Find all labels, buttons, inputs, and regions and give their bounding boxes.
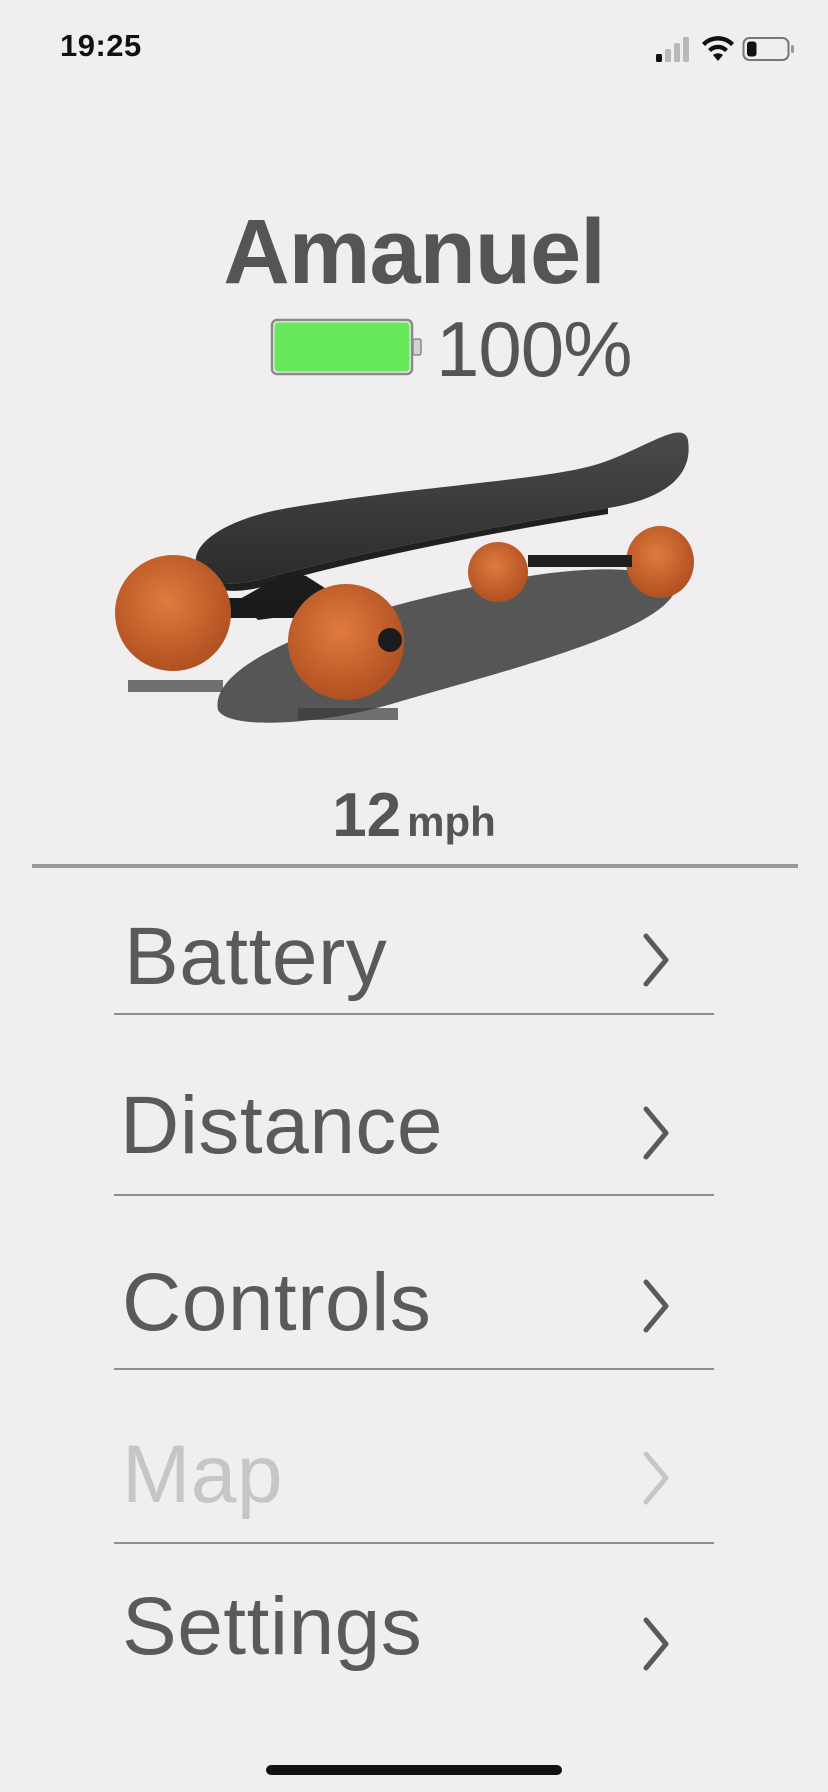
menu-item-controls[interactable]: Controls	[114, 1196, 714, 1370]
menu-item-battery[interactable]: Battery	[114, 880, 714, 1015]
status-time: 19:25	[60, 28, 142, 63]
wifi-icon	[702, 36, 734, 61]
menu-item-map[interactable]: Map	[114, 1370, 714, 1544]
menu-item-label: Controls	[122, 1257, 432, 1348]
status-icons	[654, 34, 794, 64]
speed-readout: 12 mph	[0, 780, 828, 851]
board-battery: 100%	[270, 300, 670, 393]
menu-item-label: Map	[122, 1429, 284, 1520]
home-indicator[interactable]	[266, 1765, 562, 1775]
status-bar: 19:25	[0, 0, 828, 100]
speed-value: 12	[332, 781, 402, 850]
cellular-signal-icon	[656, 37, 689, 62]
divider	[32, 864, 798, 868]
menu-item-label: Battery	[124, 911, 388, 1002]
speed-unit: mph	[407, 798, 496, 845]
chevron-right-icon	[643, 1106, 669, 1160]
skateboard-image	[115, 432, 694, 723]
board-name: Amanuel	[223, 201, 606, 303]
status-battery-icon	[742, 37, 794, 61]
menu-item-label: Distance	[120, 1080, 444, 1171]
chevron-right-icon	[643, 1617, 669, 1671]
battery-percentage: 100%	[436, 305, 632, 393]
battery-icon	[270, 318, 422, 376]
menu-item-label: Settings	[122, 1581, 423, 1672]
menu-item-distance[interactable]: Distance	[114, 1015, 714, 1196]
chevron-right-icon	[643, 1451, 669, 1505]
chevron-right-icon	[643, 1279, 669, 1333]
menu-item-settings[interactable]: Settings	[114, 1544, 714, 1694]
chevron-right-icon	[643, 933, 669, 987]
